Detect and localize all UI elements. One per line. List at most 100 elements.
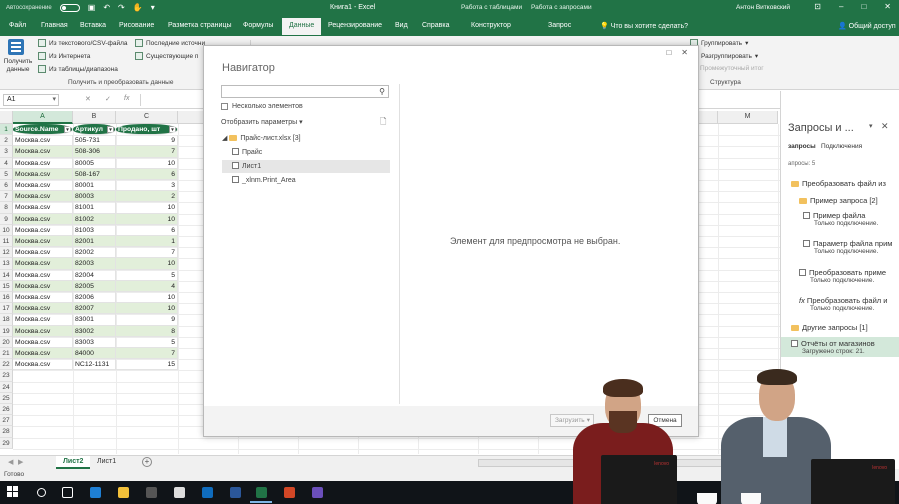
subtotal-button[interactable]: Промежуточный итог [700, 65, 764, 72]
display-options-dropdown[interactable]: Отобразить параметры ▾ [221, 118, 303, 126]
tab-file[interactable]: Файл [9, 22, 26, 29]
table-cell[interactable]: Москва.csv [13, 224, 73, 236]
table-header-cell[interactable]: Продано, шт ▾ [116, 124, 178, 136]
edge-icon[interactable] [90, 487, 101, 498]
row-header[interactable]: 2 [0, 135, 13, 147]
tree-item-sheet1[interactable]: Лист1 [222, 160, 390, 173]
expand-icon[interactable]: ◢ [222, 135, 227, 142]
table-cell[interactable]: Москва.csv [13, 202, 73, 214]
filter-dropdown-icon[interactable]: ▾ [64, 126, 71, 133]
table-header-cell[interactable]: Source.Name ▾ [13, 124, 73, 136]
table-cell[interactable]: Москва.csv [13, 325, 73, 337]
sheet-tab-list1[interactable]: Лист1 [90, 456, 123, 467]
prev-sheet-icon[interactable]: ◀ [8, 458, 13, 466]
table-cell[interactable]: Москва.csv [13, 292, 73, 304]
table-cell[interactable]: Москва.csv [13, 314, 73, 326]
table-cell[interactable]: Москва.csv [13, 146, 73, 158]
refresh-icon[interactable]: 🗋 [380, 116, 386, 130]
table-cell[interactable]: 508-306 [73, 146, 116, 158]
row-header[interactable]: 26 [0, 404, 13, 416]
table-cell[interactable]: 82001 [73, 236, 116, 248]
table-cell[interactable]: 6 [116, 168, 178, 180]
query-item[interactable]: Пример запроса [2] [781, 194, 899, 207]
word-icon[interactable] [230, 487, 241, 498]
table-cell[interactable]: 82007 [73, 303, 116, 315]
table-cell[interactable]: 6 [116, 224, 178, 236]
row-header[interactable]: 15 [0, 280, 13, 292]
table-cell[interactable]: 7 [116, 247, 178, 259]
query-item[interactable]: Параметр файла прим Только подключение. [781, 237, 899, 257]
from-text-button[interactable]: Из текстового/CSV-файла [38, 39, 127, 47]
table-cell[interactable]: Москва.csv [13, 191, 73, 203]
row-header[interactable]: 12 [0, 247, 13, 259]
tree-item-price[interactable]: Прайс [222, 146, 390, 159]
close-dialog-icon[interactable]: ✕ [681, 48, 688, 57]
query-item[interactable]: Преобразовать файл из [781, 177, 899, 190]
table-cell[interactable]: Москва.csv [13, 258, 73, 270]
tab-formulas[interactable]: Формулы [243, 22, 273, 29]
tab-view[interactable]: Вид [395, 22, 408, 29]
share-button[interactable]: 👤 Общий доступ [838, 22, 896, 30]
table-cell[interactable]: Москва.csv [13, 303, 73, 315]
table-cell[interactable]: 10 [116, 258, 178, 270]
table-cell[interactable]: Москва.csv [13, 269, 73, 281]
table-cell[interactable]: 4 [116, 280, 178, 292]
table-cell[interactable]: 10 [116, 292, 178, 304]
multi-select-checkbox[interactable]: Несколько элементов [221, 103, 303, 110]
tab-query[interactable]: Запрос [548, 22, 571, 29]
table-cell[interactable]: 5 [116, 336, 178, 348]
row-header[interactable]: 9 [0, 213, 13, 225]
table-cell[interactable]: 80001 [73, 180, 116, 192]
row-header[interactable]: 4 [0, 157, 13, 169]
from-web-button[interactable]: Из Интернета [38, 52, 90, 60]
get-data-button[interactable]: Получить данные [3, 58, 33, 74]
tab-help[interactable]: Справка [422, 22, 449, 29]
tab-design[interactable]: Конструктор [471, 22, 511, 29]
table-cell[interactable]: Москва.csv [13, 280, 73, 292]
store-icon[interactable] [146, 487, 157, 498]
row-header[interactable]: 18 [0, 314, 13, 326]
row-header[interactable]: 1 [0, 124, 13, 136]
row-header[interactable]: 11 [0, 236, 13, 248]
close-pane-icon[interactable]: ✕ [881, 121, 889, 132]
cancel-icon[interactable]: ✕ [85, 95, 91, 103]
table-cell[interactable]: Москва.csv [13, 157, 73, 169]
table-cell[interactable]: 83001 [73, 314, 116, 326]
save-icon[interactable]: ▣ [88, 3, 96, 12]
existing-connections-button[interactable]: Существующие п [135, 52, 198, 60]
row-header[interactable]: 13 [0, 258, 13, 270]
table-cell[interactable]: 7 [116, 348, 178, 360]
query-item[interactable]: Преобразовать приме Только подключение. [781, 266, 899, 286]
touch-mode-icon[interactable]: ✋ [133, 3, 143, 12]
name-box[interactable]: A1 [3, 94, 59, 106]
mail-icon[interactable] [174, 487, 185, 498]
row-header[interactable]: 17 [0, 303, 13, 315]
select-all-corner[interactable] [0, 111, 13, 124]
filter-dropdown-icon[interactable]: ▾ [169, 126, 176, 133]
undo-icon[interactable]: ↶ [103, 3, 110, 12]
ungroup-button[interactable]: Разгруппировать ▾ [690, 52, 758, 60]
row-header[interactable]: 28 [0, 426, 13, 438]
table-cell[interactable]: 82004 [73, 269, 116, 281]
maximize-dialog-icon[interactable]: □ [666, 48, 671, 57]
table-cell[interactable]: 10 [116, 202, 178, 214]
table-cell[interactable]: 81003 [73, 224, 116, 236]
row-header[interactable]: 7 [0, 191, 13, 203]
file-explorer-icon[interactable] [118, 487, 129, 498]
table-cell[interactable]: Москва.csv [13, 168, 73, 180]
row-header[interactable]: 20 [0, 336, 13, 348]
column-header[interactable]: M [718, 111, 778, 124]
table-cell[interactable]: Москва.csv [13, 247, 73, 259]
query-item[interactable]: fx Преобразовать файл и Только подключени… [781, 294, 899, 314]
tab-connections[interactable]: Подключения [821, 143, 862, 150]
row-header[interactable]: 14 [0, 269, 13, 281]
row-header[interactable]: 22 [0, 359, 13, 371]
table-cell[interactable]: Москва.csv [13, 236, 73, 248]
table-cell[interactable]: 9 [116, 135, 178, 147]
row-header[interactable]: 3 [0, 146, 13, 158]
table-cell[interactable]: 15 [116, 359, 178, 371]
table-cell[interactable]: Москва.csv [13, 180, 73, 192]
autosave-toggle[interactable] [59, 3, 80, 12]
tell-me-search[interactable]: 💡 Что вы хотите сделать? [600, 22, 688, 30]
function-icon[interactable]: fx [124, 95, 129, 102]
